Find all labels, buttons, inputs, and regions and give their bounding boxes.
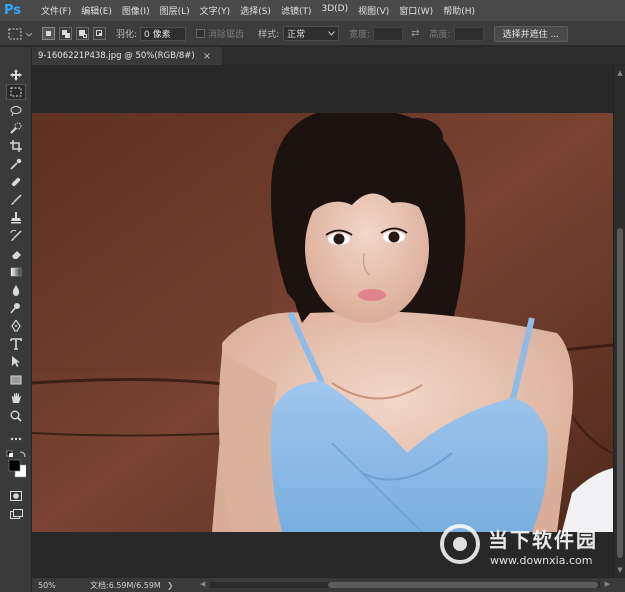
hand-icon[interactable] <box>6 390 26 406</box>
status-bar: 50% 文档:6.59M/6.59M ❯ ◀ ▶ <box>32 577 625 592</box>
tools-panel <box>0 47 32 592</box>
lasso-icon[interactable] <box>6 103 26 119</box>
menu-select[interactable]: 选择(S) <box>235 4 276 17</box>
menu-3d[interactable]: 3D(D) <box>316 4 353 17</box>
scroll-right-icon[interactable]: ▶ <box>605 580 610 588</box>
watermark-url: www.downxia.com <box>490 554 593 567</box>
menu-items: 文件(F) 编辑(E) 图像(I) 图层(L) 文字(Y) 选择(S) 滤镜(T… <box>36 4 480 17</box>
move-icon[interactable] <box>6 67 26 83</box>
menu-bar: Ps 文件(F) 编辑(E) 图像(I) 图层(L) 文字(Y) 选择(S) 滤… <box>0 0 625 22</box>
width-label: 宽度: <box>349 30 371 40</box>
color-swatches-icon[interactable] <box>6 449 26 481</box>
vertical-scrollbar[interactable]: ▲ ▼ <box>613 66 625 577</box>
new-selection-button[interactable] <box>42 27 55 40</box>
scroll-left-icon[interactable]: ◀ <box>200 580 205 588</box>
rectangle-icon[interactable] <box>6 372 26 388</box>
scroll-down-icon[interactable]: ▼ <box>614 565 625 575</box>
eraser-icon[interactable] <box>6 246 26 262</box>
app-logo: Ps <box>4 3 22 18</box>
scroll-up-icon[interactable]: ▲ <box>614 68 625 78</box>
history-brush-icon[interactable] <box>6 228 26 244</box>
brush-icon[interactable] <box>6 192 26 208</box>
horizontal-scroll-thumb[interactable] <box>328 582 598 588</box>
healing-brush-icon[interactable] <box>6 174 26 190</box>
screen-mode-icon[interactable] <box>6 506 26 522</box>
height-label: 高度: <box>429 30 451 40</box>
dodge-icon[interactable] <box>6 300 26 316</box>
marquee-icon[interactable] <box>6 84 26 100</box>
feather-input[interactable]: 0 像素 <box>140 26 187 41</box>
more-tools-icon[interactable] <box>6 431 26 447</box>
document-canvas-image[interactable] <box>32 113 613 532</box>
marquee-preset-icon <box>8 28 33 39</box>
menu-filter[interactable]: 滤镜(T) <box>276 4 317 17</box>
menu-image[interactable]: 图像(I) <box>117 4 155 17</box>
menu-help[interactable]: 帮助(H) <box>438 4 480 17</box>
document-size-info: 文档:6.59M/6.59M <box>90 580 161 590</box>
type-icon[interactable] <box>6 336 26 352</box>
width-input[interactable] <box>373 26 404 41</box>
status-menu-arrow-icon[interactable]: ❯ <box>167 581 174 590</box>
crop-icon[interactable] <box>6 138 26 154</box>
path-select-icon[interactable] <box>6 354 26 370</box>
zoom-level[interactable]: 50% <box>32 581 72 590</box>
quick-mask-icon[interactable] <box>6 488 26 504</box>
document-tab-bar: 9-1606221P438.jpg @ 50%(RGB/8#) × <box>32 47 625 65</box>
subtract-selection-button[interactable] <box>76 27 89 40</box>
menu-window[interactable]: 窗口(W) <box>394 4 438 17</box>
selection-mode-group <box>42 27 106 40</box>
add-selection-button[interactable] <box>59 27 72 40</box>
options-bar: 羽化: 0 像素 消除锯齿 样式: 正常 宽度: ⇄ 高度: 选择并遮住 ... <box>0 22 625 46</box>
antialias-checkbox[interactable] <box>196 29 206 38</box>
watermark-title: 当下软件园 <box>488 528 598 552</box>
tool-preset-picker[interactable] <box>6 25 34 43</box>
swap-dimensions-icon[interactable]: ⇄ <box>411 28 419 39</box>
document-tab-title: 9-1606221P438.jpg @ 50%(RGB/8#) <box>38 51 195 61</box>
blur-icon[interactable] <box>6 282 26 298</box>
antialias-label: 消除锯齿 <box>208 30 245 40</box>
vertical-scroll-thumb[interactable] <box>617 228 623 558</box>
quick-select-icon[interactable] <box>6 120 26 136</box>
feather-label: 羽化: <box>116 30 138 40</box>
menu-layer[interactable]: 图层(L) <box>155 4 195 17</box>
gradient-icon[interactable] <box>6 264 26 280</box>
menu-file[interactable]: 文件(F) <box>36 4 76 17</box>
horizontal-scrollbar[interactable]: ◀ ▶ <box>200 580 610 590</box>
pen-icon[interactable] <box>6 318 26 334</box>
zoom-icon[interactable] <box>6 408 26 424</box>
menu-view[interactable]: 视图(V) <box>353 4 394 17</box>
height-input[interactable] <box>453 26 484 41</box>
document-tab[interactable]: 9-1606221P438.jpg @ 50%(RGB/8#) × <box>32 47 222 65</box>
close-icon[interactable]: × <box>203 51 211 62</box>
photoshop-window: Ps 文件(F) 编辑(E) 图像(I) 图层(L) 文字(Y) 选择(S) 滤… <box>0 0 625 592</box>
watermark-logo-icon <box>440 524 480 564</box>
style-select-value: 正常 <box>287 30 306 40</box>
select-and-mask-button[interactable]: 选择并遮住 ... <box>493 25 569 42</box>
canvas-area[interactable] <box>32 66 613 577</box>
site-watermark: 当下软件园 www.downxia.com <box>440 522 615 574</box>
chevron-down-icon <box>328 31 335 36</box>
intersect-selection-button[interactable] <box>93 27 106 40</box>
eyedropper-icon[interactable] <box>6 156 26 172</box>
style-label: 样式: <box>258 30 280 40</box>
clone-stamp-icon[interactable] <box>6 210 26 226</box>
style-select[interactable]: 正常 <box>283 26 340 41</box>
menu-type[interactable]: 文字(Y) <box>195 4 236 17</box>
menu-edit[interactable]: 编辑(E) <box>76 4 117 17</box>
